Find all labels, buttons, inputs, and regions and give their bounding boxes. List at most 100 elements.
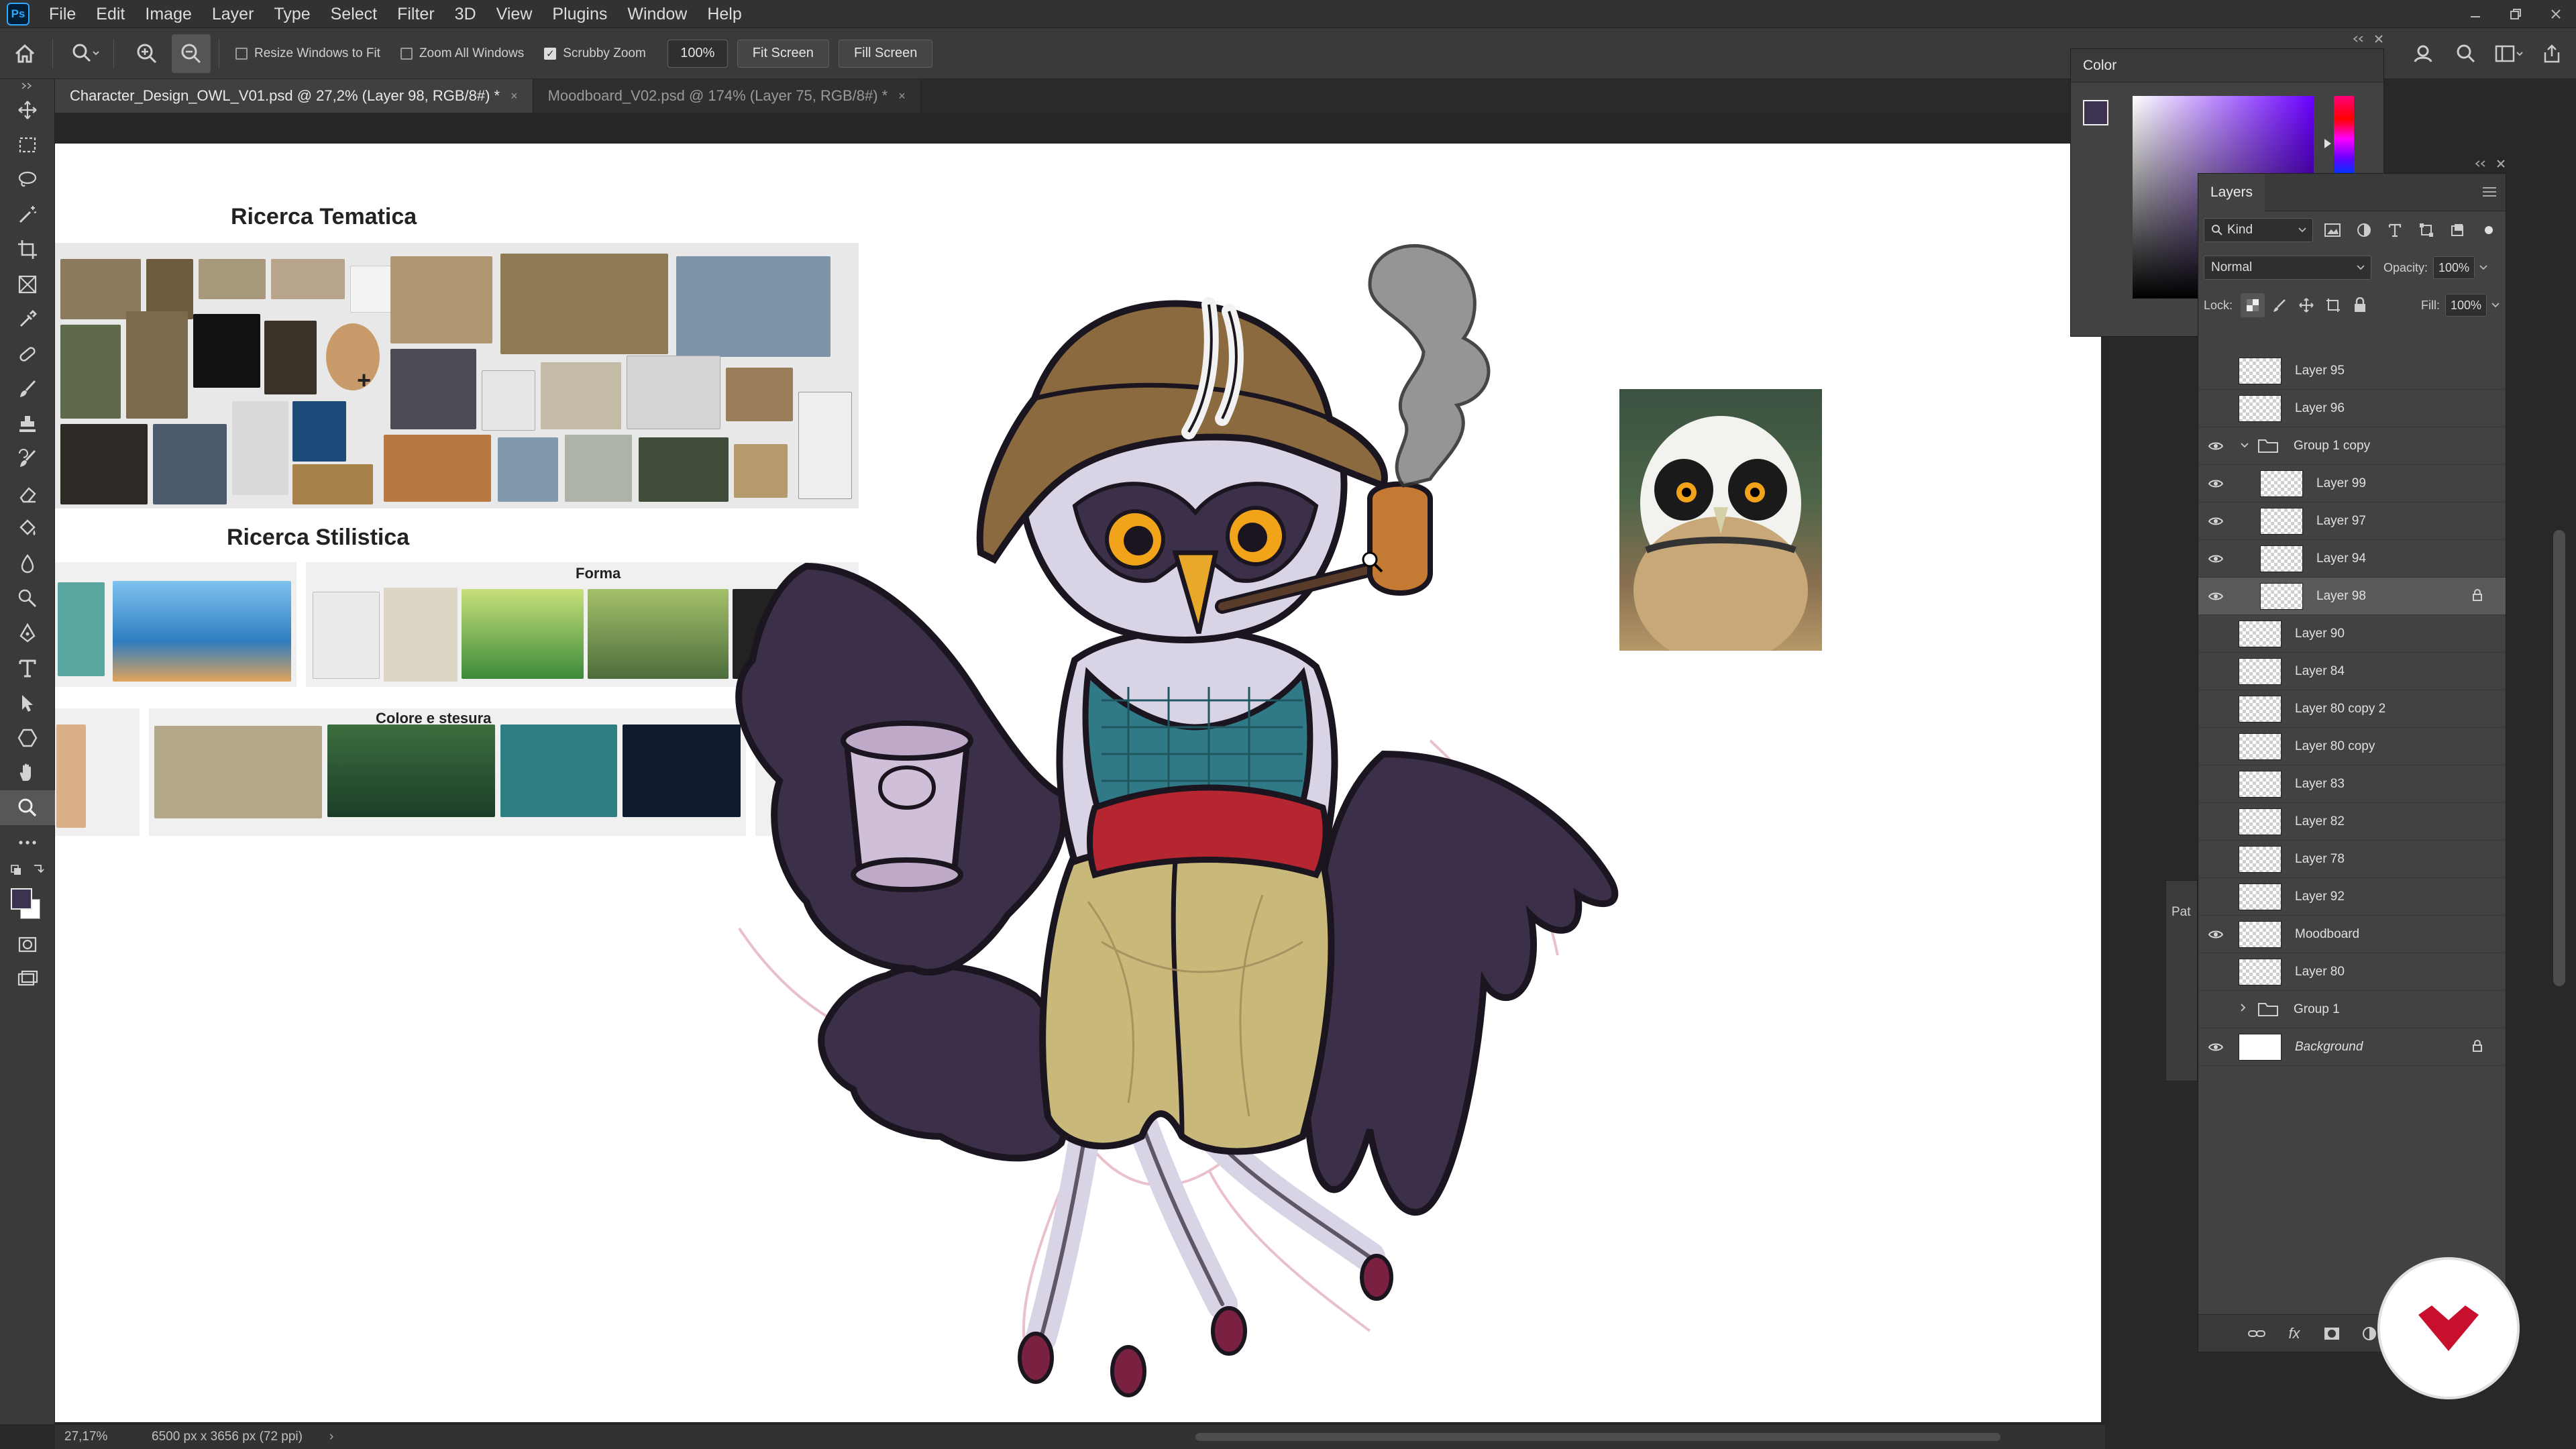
layer-name[interactable]: Group 1 copy xyxy=(2294,439,2370,453)
fill-field[interactable]: 100% xyxy=(2445,294,2487,317)
visibility-toggle-empty[interactable] xyxy=(2198,841,2233,878)
lock-image-pixels-icon[interactable] xyxy=(2267,293,2292,317)
swap-colors-icon[interactable] xyxy=(0,860,55,880)
menu-file[interactable]: File xyxy=(39,0,86,28)
adjustment-layer-icon[interactable] xyxy=(2358,1322,2381,1345)
link-layers-icon[interactable] xyxy=(2245,1322,2268,1345)
panel-menu-icon[interactable] xyxy=(2483,187,2496,197)
photoshop-logo[interactable]: Ps xyxy=(7,2,30,25)
lock-position-icon[interactable] xyxy=(2294,293,2318,317)
layer-thumbnail[interactable] xyxy=(2260,545,2303,572)
visibility-toggle-empty[interactable] xyxy=(2198,690,2233,728)
menu-image[interactable]: Image xyxy=(135,0,201,28)
hand-tool-icon[interactable] xyxy=(0,755,55,790)
layer-name[interactable]: Layer 92 xyxy=(2295,890,2345,904)
frame-tool-icon[interactable] xyxy=(0,267,55,302)
zoom-in-icon[interactable] xyxy=(127,34,166,73)
visibility-eye-icon[interactable] xyxy=(2198,540,2233,578)
layer-thumbnail[interactable] xyxy=(2260,582,2303,610)
layer-thumbnail[interactable] xyxy=(2239,394,2282,422)
hue-slider-arrow-icon[interactable] xyxy=(2324,139,2331,148)
menu-view[interactable]: View xyxy=(486,0,543,28)
status-menu-arrow[interactable]: › xyxy=(329,1430,333,1444)
layer-row[interactable]: Layer 96 xyxy=(2198,390,2506,427)
visibility-eye-icon[interactable] xyxy=(2198,1028,2233,1066)
layer-filter-kind-select[interactable]: Kind xyxy=(2204,218,2314,242)
crop-tool-icon[interactable] xyxy=(0,232,55,267)
filter-smart-object-icon[interactable] xyxy=(2446,218,2469,242)
scrubby-zoom-checkbox[interactable]: ✓ Scrubby Zoom xyxy=(544,46,646,61)
layer-name[interactable]: Background xyxy=(2295,1040,2363,1055)
menu-plugins[interactable]: Plugins xyxy=(542,0,617,28)
visibility-toggle-empty[interactable] xyxy=(2198,765,2233,803)
collapse-panel-icon[interactable] xyxy=(2353,34,2365,49)
layer-name[interactable]: Layer 83 xyxy=(2295,777,2345,792)
visibility-eye-icon[interactable] xyxy=(2198,465,2233,502)
shape-tool-icon[interactable] xyxy=(0,720,55,755)
layer-name[interactable]: Layer 96 xyxy=(2295,401,2345,416)
opacity-field[interactable]: 100% xyxy=(2433,256,2475,279)
paint-bucket-tool-icon[interactable] xyxy=(0,511,55,546)
layer-row[interactable]: Layer 98 xyxy=(2198,578,2506,615)
tab-character-design[interactable]: Character_Design_OWL_V01.psd @ 27,2% (La… xyxy=(55,79,533,113)
workspace-icon[interactable] xyxy=(2491,35,2526,72)
layer-name[interactable]: Layer 95 xyxy=(2295,364,2345,378)
blur-tool-icon[interactable] xyxy=(0,546,55,581)
color-panel-title[interactable]: Color xyxy=(2083,58,2116,74)
share-icon[interactable] xyxy=(2534,35,2569,72)
layer-thumbnail[interactable] xyxy=(2239,357,2282,384)
layer-row[interactable]: Layer 84 xyxy=(2198,653,2506,690)
history-brush-tool-icon[interactable] xyxy=(0,441,55,476)
fit-screen-button[interactable]: Fit Screen xyxy=(737,39,829,68)
checkbox-box[interactable] xyxy=(400,47,413,60)
layer-name[interactable]: Layer 99 xyxy=(2316,476,2366,491)
layer-name[interactable]: Layer 94 xyxy=(2316,551,2366,566)
layer-row[interactable]: Layer 82 xyxy=(2198,803,2506,841)
foreground-color-swatch[interactable] xyxy=(11,888,32,910)
foreground-color-swatch[interactable] xyxy=(2083,100,2108,125)
visibility-eye-icon[interactable] xyxy=(2198,427,2233,465)
visibility-toggle-empty[interactable] xyxy=(2198,803,2233,841)
layer-row[interactable]: Group 1 copy xyxy=(2198,427,2506,465)
checkbox-box[interactable] xyxy=(235,47,248,60)
layer-thumbnail[interactable] xyxy=(2239,808,2282,835)
layers-panel-title[interactable]: Layers xyxy=(2198,173,2265,211)
layer-name[interactable]: Layer 84 xyxy=(2295,664,2345,679)
layer-thumbnail[interactable] xyxy=(2239,845,2282,873)
close-window-icon[interactable] xyxy=(2536,0,2576,28)
layer-thumbnail[interactable] xyxy=(2239,657,2282,685)
magic-wand-tool-icon[interactable] xyxy=(0,197,55,232)
resize-windows-checkbox[interactable]: Resize Windows to Fit xyxy=(235,46,380,61)
layer-row[interactable]: Background xyxy=(2198,1028,2506,1066)
close-icon[interactable]: × xyxy=(511,89,518,103)
zoom-percent-field[interactable]: 100% xyxy=(667,39,728,68)
layer-row[interactable]: Layer 78 xyxy=(2198,841,2506,878)
chevron-down-icon[interactable] xyxy=(2240,440,2255,452)
tab-moodboard[interactable]: Moodboard_V02.psd @ 174% (Layer 75, RGB/… xyxy=(533,79,921,113)
layer-name[interactable]: Layer 98 xyxy=(2316,589,2366,604)
clone-stamp-tool-icon[interactable] xyxy=(0,407,55,441)
lock-all-icon[interactable] xyxy=(2348,293,2372,317)
visibility-toggle-empty[interactable] xyxy=(2198,953,2233,991)
quick-mask-icon[interactable] xyxy=(0,927,55,962)
search-icon[interactable] xyxy=(2449,35,2483,72)
vertical-scrollbar[interactable] xyxy=(2553,530,2565,986)
healing-brush-tool-icon[interactable] xyxy=(0,337,55,372)
layer-row[interactable]: Layer 80 copy xyxy=(2198,728,2506,765)
restore-icon[interactable] xyxy=(2496,0,2536,28)
add-mask-icon[interactable] xyxy=(2320,1322,2343,1345)
layer-row[interactable]: Layer 94 xyxy=(2198,540,2506,578)
menu-type[interactable]: Type xyxy=(264,0,320,28)
layer-row[interactable]: Layer 90 xyxy=(2198,615,2506,653)
layer-row[interactable]: Layer 80 xyxy=(2198,953,2506,991)
layer-thumbnail[interactable] xyxy=(2239,958,2282,985)
collapse-panel-icon[interactable] xyxy=(2475,159,2487,174)
layer-row[interactable]: Layer 95 xyxy=(2198,352,2506,390)
menu-filter[interactable]: Filter xyxy=(387,0,445,28)
visibility-toggle-empty[interactable] xyxy=(2198,991,2233,1028)
layer-name[interactable]: Group 1 xyxy=(2294,1002,2340,1017)
layer-name[interactable]: Layer 90 xyxy=(2295,627,2345,641)
screen-mode-icon[interactable] xyxy=(0,962,55,997)
layer-style-fx-icon[interactable]: fx xyxy=(2283,1322,2306,1345)
eyedropper-tool-icon[interactable] xyxy=(0,302,55,337)
